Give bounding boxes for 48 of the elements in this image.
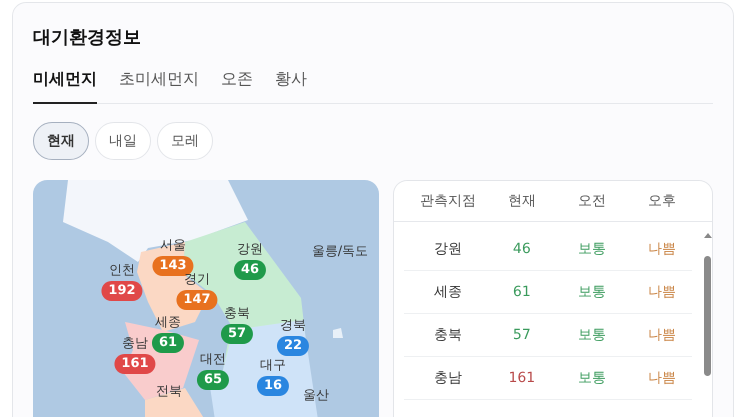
tab[interactable]: 초미세먼지 [119,69,199,104]
table-cell-text: 161 [507,370,536,386]
table-cell-text: 나쁨 [646,369,677,387]
region-label: 충남 [122,336,148,352]
aqi-badge[interactable]: 161 [114,354,156,374]
aqi-badge[interactable]: 192 [101,281,143,301]
day-toggle[interactable]: 내일 [95,122,151,160]
region-label: 강원 [237,242,263,258]
aqi-badge[interactable]: 65 [196,370,230,390]
table-cell-text: 충북 [432,326,463,344]
aqi-badge[interactable]: 22 [276,336,310,356]
region-label: 충북 [224,306,250,322]
region-label: 전북 [156,384,182,400]
region-label: 대구 [260,358,286,374]
tab[interactable]: 황사 [275,69,307,104]
table-cell-text: 보통 [576,326,607,344]
column-header: 현재 [506,192,537,210]
region-label: 대전 [200,352,226,368]
table-cell-text: 나쁨 [646,283,677,301]
table-cell-text: 보통 [576,369,607,387]
table-cell-text: 57 [512,327,532,343]
table-cell-text: 보통 [576,240,607,258]
region-label: 인천 [109,263,135,279]
table-cell-text: 46 [512,241,532,257]
table-cell-text: 강원 [432,240,463,258]
table-cell-text: 충남 [432,369,463,387]
table-cell-text: 61 [512,284,532,300]
tab[interactable]: 오존 [221,69,253,104]
table-cell-text: 보통 [576,283,607,301]
card-title: 대기환경정보 [33,26,142,49]
region-label: 서울 [160,238,186,254]
region-label: 울릉/독도 [312,244,368,260]
column-header: 오전 [576,192,607,210]
tab[interactable]: 미세먼지 [33,69,97,104]
day-toggle[interactable]: 현재 [33,122,89,160]
aqi-badge[interactable]: 147 [176,290,218,310]
scrollbar-thumb[interactable] [704,256,711,376]
day-toggle[interactable]: 모레 [157,122,213,160]
column-header: 관측지점 [418,192,477,210]
table-cell-text: 나쁨 [646,326,677,344]
table-cell-text: 세종 [432,283,463,301]
region-label: 울산 [303,388,329,404]
region-label: 경북 [280,318,306,334]
aqi-badge[interactable]: 57 [220,324,254,344]
scroll-up-icon[interactable] [704,233,712,238]
table-cell-text: 나쁨 [646,240,677,258]
region-label: 세종 [155,315,181,331]
column-header: 오후 [646,192,677,210]
